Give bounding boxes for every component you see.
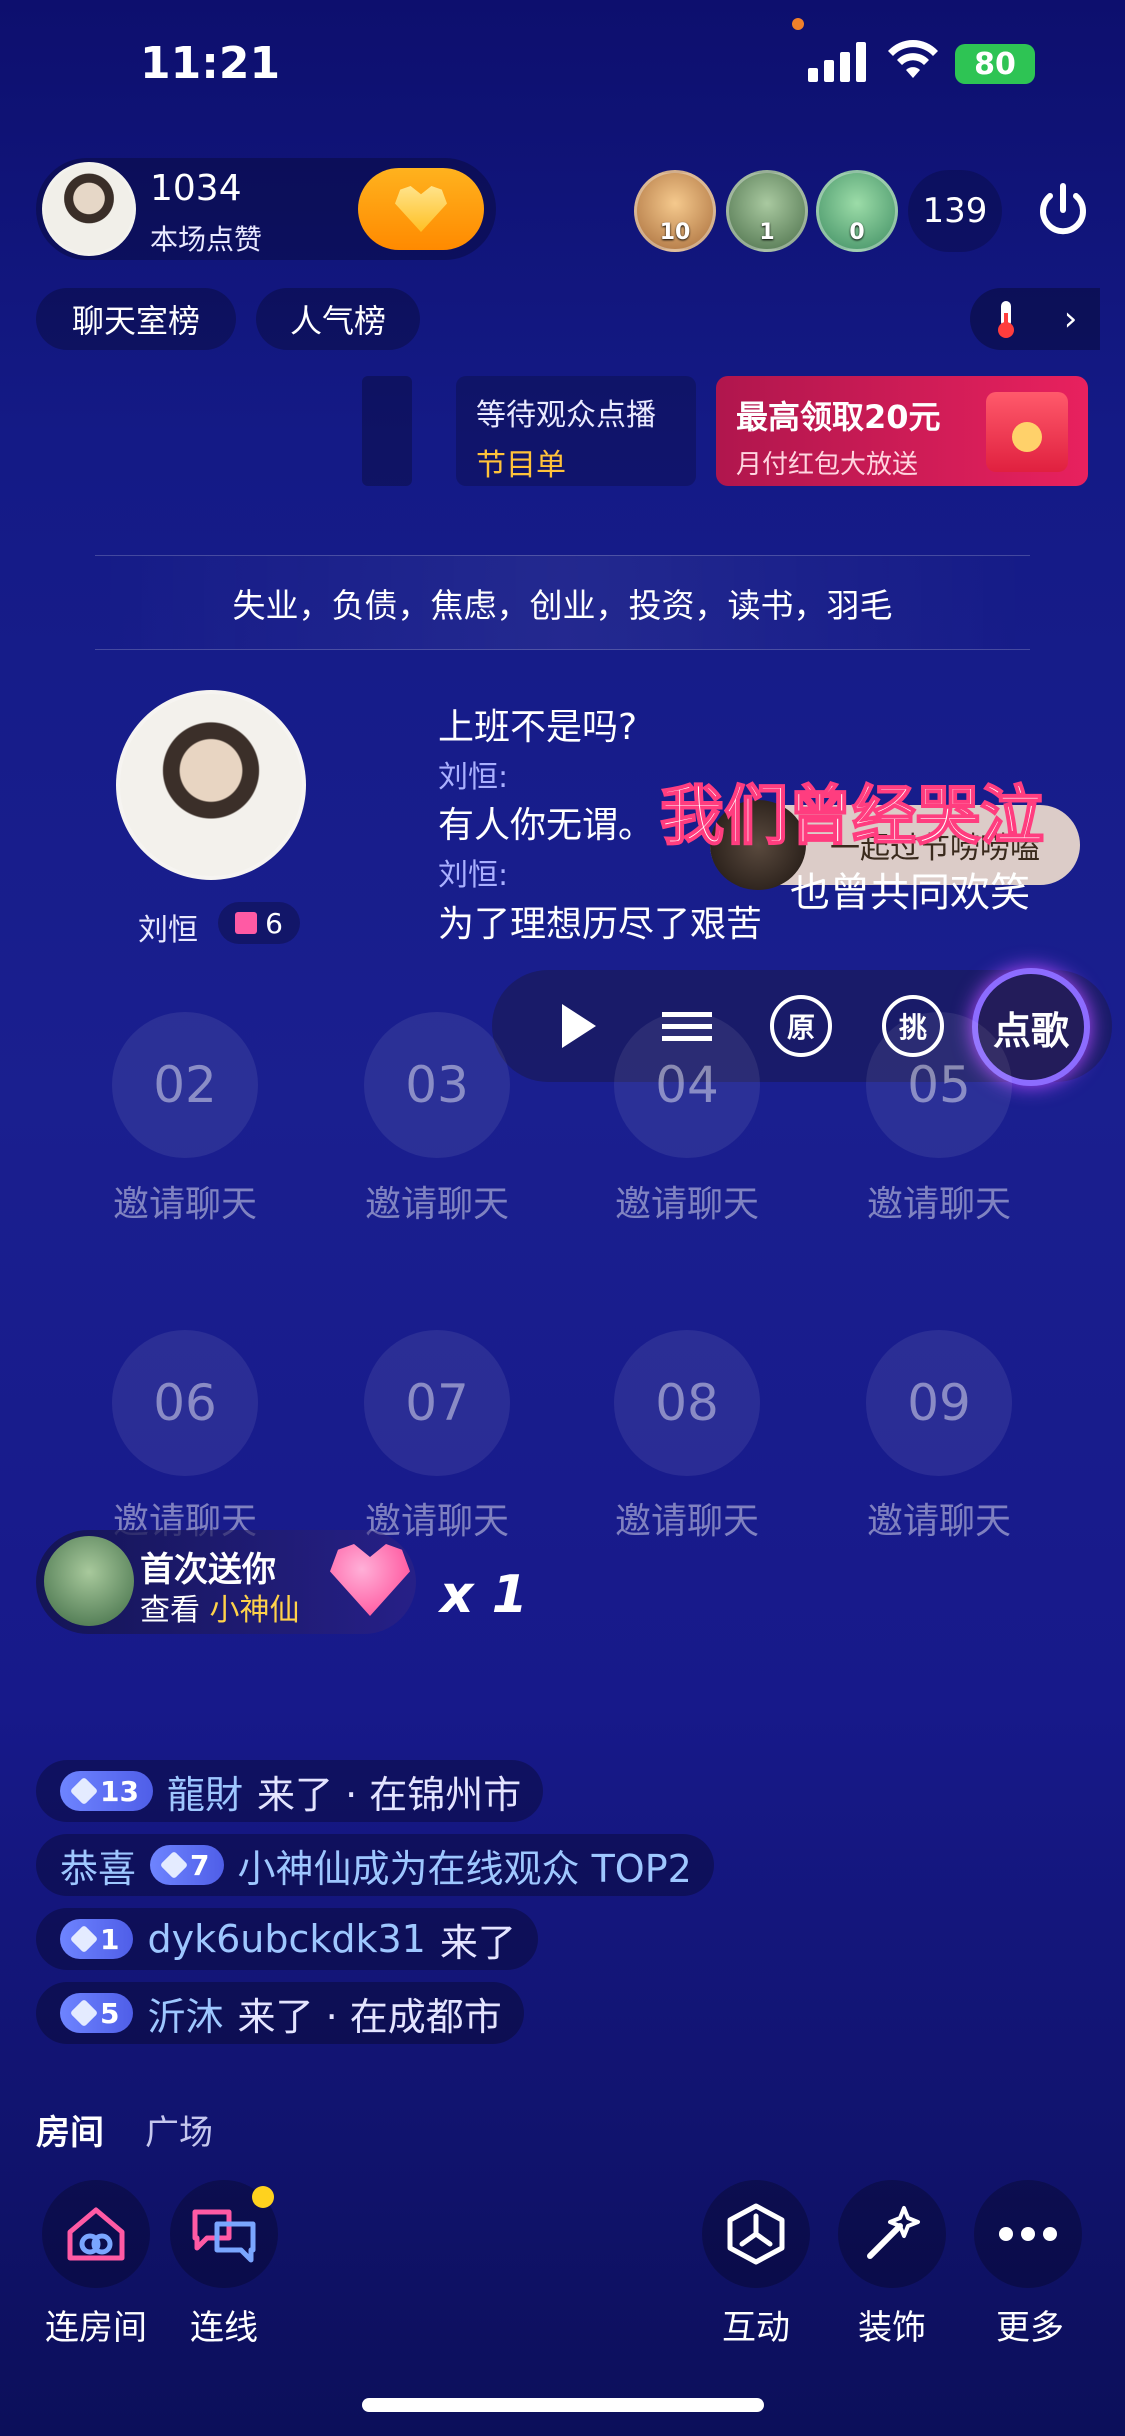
singer-avatar[interactable] xyxy=(116,690,306,880)
seat-05[interactable]: 05 xyxy=(866,1012,1012,1158)
seat-02[interactable]: 02 xyxy=(112,1012,258,1158)
wifi-icon xyxy=(888,40,938,78)
original-vocal-toggle[interactable]: 原 xyxy=(770,995,832,1057)
chatroom-rank-tab[interactable]: 聊天室榜 xyxy=(36,288,236,350)
status-time: 11:21 xyxy=(140,38,281,89)
user-level-badge: 1 xyxy=(60,1919,134,1959)
program-list-card[interactable]: 等待观众点播 节目单 xyxy=(456,376,696,486)
lyric-line: 为了理想历尽了艰苦 xyxy=(438,904,763,945)
home-indicator[interactable] xyxy=(362,2398,764,2412)
connect-room-button[interactable] xyxy=(42,2180,150,2288)
seat-invite-label: 邀请聊天 xyxy=(614,1501,759,1542)
chat-bubbles-icon xyxy=(192,2209,256,2263)
room-heat-button[interactable]: › xyxy=(970,288,1100,350)
gift-icon xyxy=(235,912,258,934)
user-level-badge: 7 xyxy=(150,1845,224,1885)
viewer-avatar[interactable]: 10 xyxy=(634,170,716,252)
diamond-icon xyxy=(159,1850,189,1880)
gift-subtitle: 查看 小神仙 xyxy=(140,1593,300,1628)
lyric-line: 上班不是吗? xyxy=(438,707,638,748)
red-envelope-icon xyxy=(986,392,1068,472)
signal-icon xyxy=(808,40,866,82)
link-mic-button[interactable] xyxy=(170,2180,278,2288)
decorate-button[interactable] xyxy=(838,2180,946,2288)
diamond-icon xyxy=(69,1998,99,2028)
program-slot xyxy=(362,376,412,486)
gift-count: x 1 xyxy=(440,1565,528,1625)
tab-room[interactable]: 房间 xyxy=(36,2105,104,2154)
seat-06[interactable]: 06 xyxy=(112,1330,258,1476)
feed-text: 来了 · 在成都市 xyxy=(237,1994,502,2039)
diamond-icon xyxy=(69,1924,99,1954)
connect-room-label: 连房间 xyxy=(45,2308,147,2348)
more-dots-icon xyxy=(999,2227,1057,2241)
house-link-icon xyxy=(67,2207,125,2261)
seat-invite-label: 邀请聊天 xyxy=(614,1184,759,1225)
feed-prefix: 恭喜 xyxy=(60,1846,137,1891)
user-level-badge: 13 xyxy=(60,1771,153,1811)
tab-square[interactable]: 广场 xyxy=(145,2105,213,2154)
link-mic-label: 连线 xyxy=(190,2308,258,2348)
host-likes-label: 本场点赞 xyxy=(150,223,263,256)
notification-dot xyxy=(252,2186,274,2208)
chevron-right-icon: › xyxy=(1063,299,1078,339)
interact-label: 互动 xyxy=(722,2308,790,2348)
interact-button[interactable] xyxy=(702,2180,810,2288)
magic-wand-icon xyxy=(867,2206,920,2259)
gift-sender-avatar xyxy=(44,1536,134,1626)
seat-04[interactable]: 04 xyxy=(614,1012,760,1158)
host-likes-count: 1034 xyxy=(150,168,242,209)
thermometer-icon xyxy=(997,301,1014,338)
feed-username[interactable]: 沂沐 xyxy=(147,1986,223,2041)
popularity-rank-tab[interactable]: 人气榜 xyxy=(256,288,420,350)
singer-gift-badge: 6 xyxy=(218,902,300,944)
seat-invite-label: 邀请聊天 xyxy=(364,1184,509,1225)
seat-invite-label: 邀请聊天 xyxy=(112,1184,257,1225)
feed-username[interactable]: dyk6ubckdk31 xyxy=(147,1917,425,1961)
viewer-avatar[interactable]: 1 xyxy=(726,170,808,252)
battery-indicator: 80 xyxy=(955,44,1035,84)
gift-title: 首次送你 xyxy=(140,1550,276,1590)
chat-sender: 刘恒: xyxy=(438,858,509,893)
feed-username[interactable]: 龍財 xyxy=(167,1764,243,1819)
like-button[interactable] xyxy=(358,168,484,250)
diamond-icon xyxy=(69,1776,99,1806)
host-avatar[interactable] xyxy=(42,162,136,256)
feed-text: 来了 · 在锦州市 xyxy=(256,1772,522,1817)
more-button[interactable] xyxy=(974,2180,1082,2288)
seat-invite-label: 邀请聊天 xyxy=(866,1501,1011,1542)
seat-07[interactable]: 07 xyxy=(364,1330,510,1476)
power-icon[interactable] xyxy=(1030,178,1096,244)
lyric-overlay: 我们曾经哭泣 xyxy=(659,779,1045,855)
seat-09[interactable]: 09 xyxy=(866,1330,1012,1476)
program-list-link[interactable]: 节目单 xyxy=(476,440,676,484)
feed-text: 来了 xyxy=(439,1920,516,1965)
online-count[interactable]: 139 xyxy=(908,170,1002,252)
more-label: 更多 xyxy=(996,2308,1064,2348)
skip-next-icon[interactable] xyxy=(548,995,610,1057)
singer-name: 刘恒 xyxy=(138,913,198,948)
feed-text: 小神仙成为在线观众 TOP2 xyxy=(237,1846,692,1891)
viewer-avatar[interactable]: 0 xyxy=(816,170,898,252)
heart-icon xyxy=(395,186,447,232)
seat-08[interactable]: 08 xyxy=(614,1330,760,1476)
feed-message[interactable]: 13 龍財 来了 · 在锦州市 xyxy=(36,1760,544,1822)
hexagon-icon xyxy=(727,2203,785,2265)
decorate-label: 装饰 xyxy=(858,2308,926,2348)
chat-sender: 刘恒: xyxy=(438,760,509,795)
lyric-overlay-secondary: 也曾共同欢笑 xyxy=(790,870,1030,916)
feed-message[interactable]: 5 沂沐 来了 · 在成都市 xyxy=(36,1982,524,2044)
feed-message[interactable]: 恭喜 7 小神仙成为在线观众 TOP2 xyxy=(36,1834,714,1896)
seat-03[interactable]: 03 xyxy=(364,1012,510,1158)
user-level-badge: 5 xyxy=(60,1993,134,2033)
room-topics: 失业，负债，焦虑，创业，投资，读书，羽毛 xyxy=(95,555,1030,650)
feed-message[interactable]: 1 dyk6ubckdk31 来了 xyxy=(36,1908,538,1970)
program-wait-text: 等待观众点播 xyxy=(476,398,656,433)
seat-invite-label: 邀请聊天 xyxy=(866,1184,1011,1225)
lyric-line: 有人你无谓。 xyxy=(438,805,655,846)
recording-dot xyxy=(792,18,804,30)
